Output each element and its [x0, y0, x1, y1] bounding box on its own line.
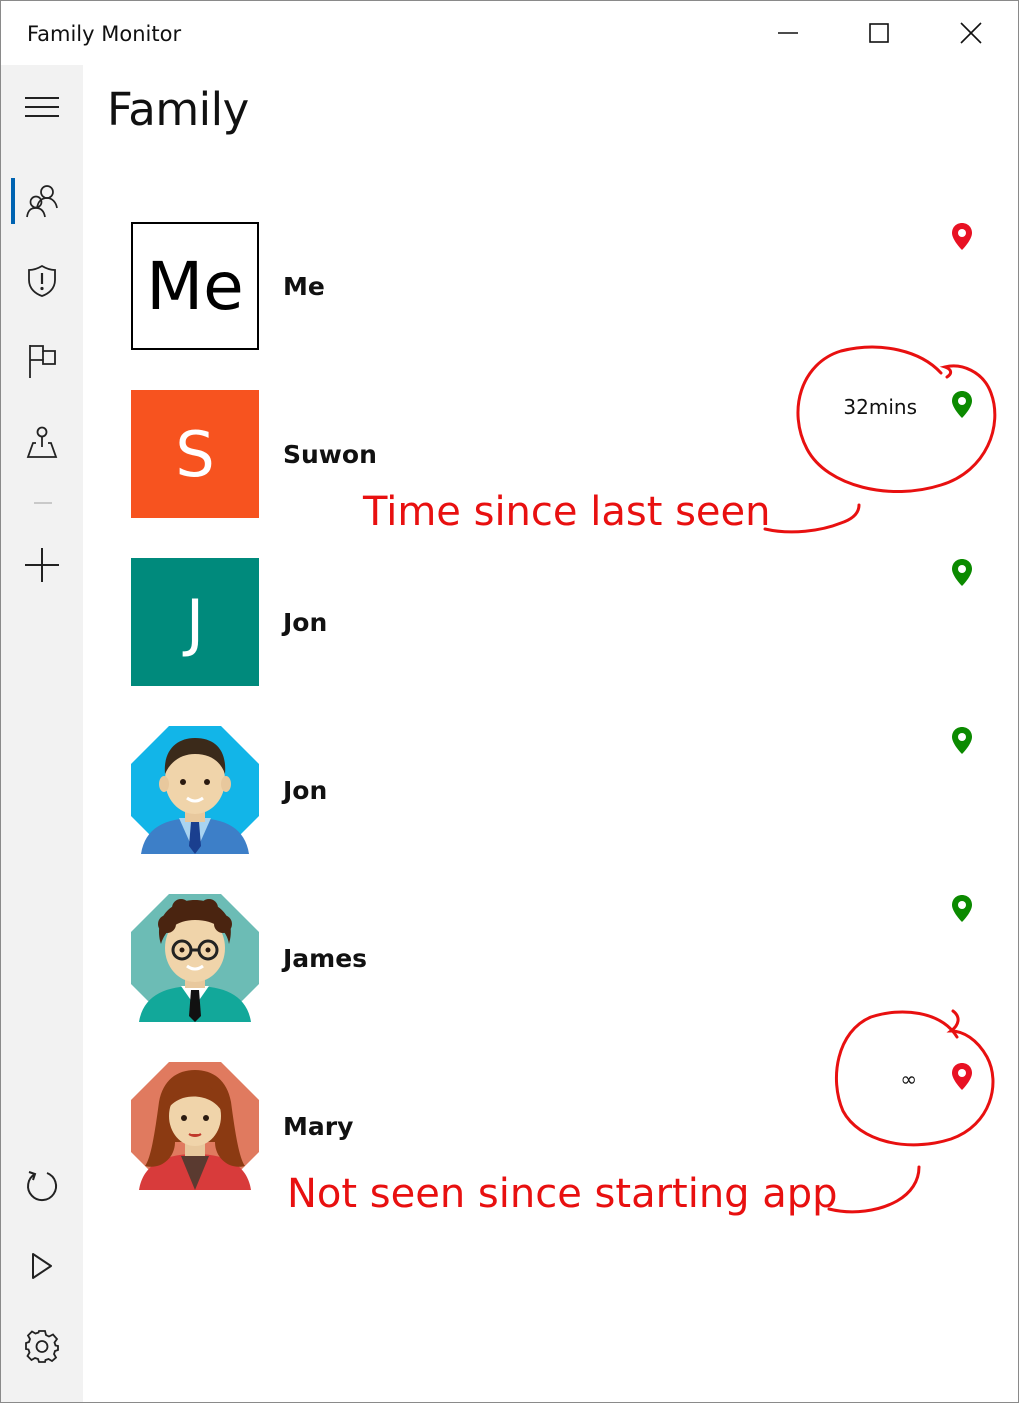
avatar: S	[131, 390, 259, 518]
play-icon	[32, 1253, 52, 1279]
last-seen-text: ∞	[900, 1067, 917, 1091]
nav-item-safety[interactable]	[1, 250, 83, 312]
avatar	[131, 894, 259, 1022]
last-seen-text: 32mins	[843, 395, 917, 419]
flag-icon	[29, 345, 56, 378]
map-pin-icon	[952, 223, 972, 250]
nav-item-flag[interactable]	[1, 330, 83, 392]
map-pin-icon	[952, 895, 972, 922]
minimize-icon	[778, 32, 798, 34]
refresh-icon	[27, 1171, 57, 1202]
member-name: James	[283, 944, 368, 973]
nav-item-family[interactable]	[1, 170, 83, 232]
member-row-jon-2[interactable]: Jon	[131, 726, 991, 854]
member-name: Jon	[283, 608, 328, 637]
member-name: Jon	[283, 776, 328, 805]
close-icon	[960, 22, 982, 44]
avatar-initials: Me	[146, 247, 244, 325]
nav-separator	[34, 502, 52, 504]
member-row-james[interactable]: James	[131, 894, 991, 1022]
people-icon	[26, 185, 58, 218]
shield-icon	[28, 264, 56, 297]
minimize-button[interactable]	[743, 1, 833, 65]
plus-icon	[25, 548, 59, 582]
member-row-jon[interactable]: J Jon	[131, 558, 991, 686]
title-bar: Family Monitor	[1, 1, 1018, 65]
maximize-icon	[869, 23, 889, 43]
nav-menu-button[interactable]	[1, 76, 83, 138]
member-name: Me	[283, 272, 325, 301]
member-name: Mary	[283, 1112, 354, 1141]
close-button[interactable]	[926, 1, 1016, 65]
map-pin-icon	[952, 559, 972, 586]
location-button[interactable]	[951, 558, 973, 588]
map-pin-icon	[952, 727, 972, 754]
avatar: Me	[131, 222, 259, 350]
annotation-not-seen: Not seen since starting app	[287, 1171, 838, 1217]
nav-item-map[interactable]	[1, 411, 83, 473]
play-button[interactable]	[1, 1235, 83, 1297]
maximize-button[interactable]	[834, 1, 924, 65]
app-title: Family Monitor	[27, 22, 182, 46]
woman-avatar-icon	[131, 1062, 259, 1190]
location-button[interactable]	[951, 390, 973, 420]
location-icon	[26, 426, 58, 458]
avatar-initials: S	[175, 417, 215, 491]
avatar	[131, 726, 259, 854]
member-name: Suwon	[283, 440, 377, 469]
avatar-initials: J	[185, 585, 205, 659]
location-button[interactable]	[951, 726, 973, 756]
man-glasses-avatar-icon	[131, 894, 259, 1022]
map-pin-icon	[952, 391, 972, 418]
annotation-time-since: Time since last seen	[363, 489, 771, 535]
gear-icon	[25, 1330, 59, 1363]
hamburger-icon	[25, 97, 59, 117]
refresh-button[interactable]	[1, 1155, 83, 1217]
app-window: Family Monitor Family Me Me S Suwon 32mi…	[0, 0, 1019, 1403]
location-button[interactable]	[951, 894, 973, 924]
navigation-rail	[1, 65, 83, 1402]
member-row-me[interactable]: Me Me	[131, 222, 991, 350]
settings-button[interactable]	[1, 1315, 83, 1377]
nav-add-button[interactable]	[1, 534, 83, 596]
page-title: Family	[107, 83, 249, 136]
map-pin-icon	[952, 1063, 972, 1090]
avatar	[131, 1062, 259, 1190]
avatar: J	[131, 558, 259, 686]
location-button[interactable]	[951, 1062, 973, 1092]
location-button[interactable]	[951, 222, 973, 252]
man-blue-suit-avatar-icon	[131, 726, 259, 854]
